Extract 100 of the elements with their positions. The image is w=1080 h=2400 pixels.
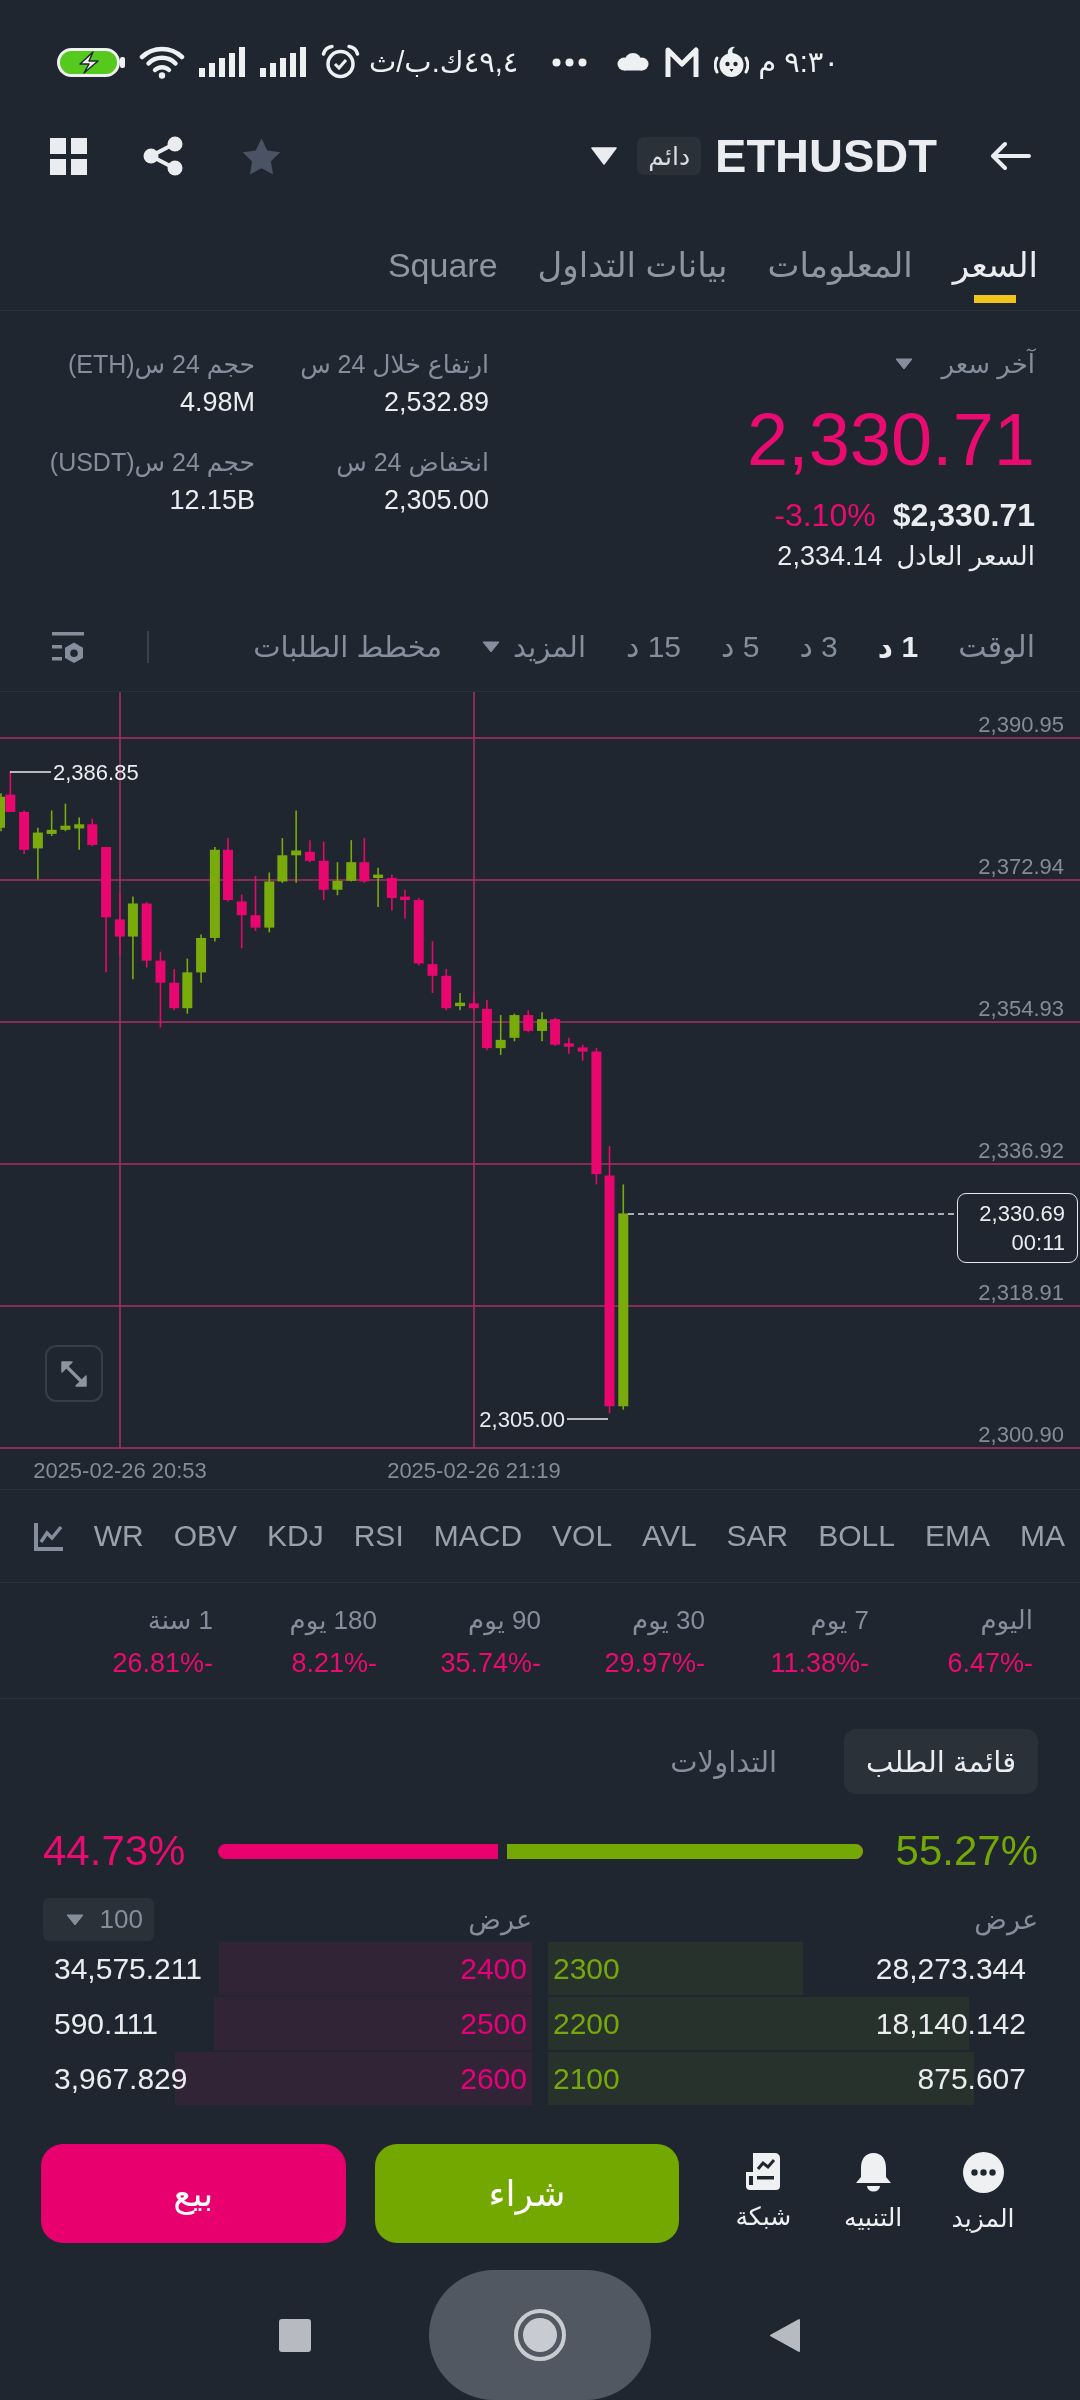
- candlestick: [509, 1012, 520, 1043]
- network-speed: ٤٩,٤ك.ب/ث: [369, 45, 519, 80]
- tab[interactable]: Square: [387, 192, 498, 310]
- indicator-option[interactable]: KDJ: [267, 1516, 324, 1556]
- sell-ratio: 44.73%: [43, 1826, 186, 1876]
- stat-value: 4.98M: [179, 386, 255, 419]
- price-axis-label: 2,354.93: [978, 996, 1064, 1021]
- toolbar-item[interactable]: شبكة: [718, 2144, 809, 2243]
- back-triangle-icon[interactable]: [769, 2317, 801, 2353]
- candlestick: [304, 839, 315, 863]
- ask-amount: 3,967.829: [54, 2060, 188, 2097]
- sell-button[interactable]: بيع: [41, 2144, 346, 2243]
- interval-option[interactable]: 3 د: [799, 627, 838, 667]
- candlestick: [495, 1014, 506, 1056]
- candlestick: [537, 1011, 547, 1043]
- indicator-option[interactable]: AVL: [642, 1516, 697, 1556]
- period-change: -11.38%: [770, 1647, 869, 1680]
- stat-value: 2,305.00: [383, 484, 489, 517]
- precision-dropdown[interactable]: 100: [43, 1898, 154, 1941]
- candlestick: [373, 866, 384, 908]
- candlestick: [182, 957, 193, 1015]
- interval-option[interactable]: 15 د: [625, 627, 681, 667]
- candlestick: [468, 992, 479, 1012]
- indicator-option[interactable]: EMA: [925, 1516, 990, 1556]
- candlestick: [427, 940, 438, 994]
- stat-value: 12.15B: [169, 484, 255, 517]
- price-axis-label: 2,318.91: [978, 1280, 1064, 1305]
- price-axis-label: 2,372.94: [978, 854, 1064, 879]
- indicator-option[interactable]: VOL: [552, 1516, 613, 1556]
- candlestick: [32, 826, 43, 881]
- interval-label: الوقت: [958, 629, 1035, 666]
- ask-price: 2400: [460, 1950, 527, 1987]
- alarm-clock-icon: [321, 44, 360, 80]
- column-header: عرض: [974, 1903, 1038, 1938]
- indicator-option[interactable]: MACD: [433, 1516, 523, 1556]
- depth-chart-tab[interactable]: مخطط الطلبات: [253, 627, 442, 667]
- bid-price: 2100: [553, 2060, 620, 2097]
- price-axis-label: 2,336.92: [978, 1138, 1064, 1163]
- candlestick: [60, 802, 71, 832]
- bell-icon: [853, 2152, 893, 2192]
- candlestick: [441, 968, 452, 1012]
- fair-price-value: 2,334.14: [777, 540, 883, 573]
- bid-amount: 875.607: [917, 2060, 1026, 2097]
- square-icon[interactable]: [279, 2318, 311, 2352]
- candlestick: [332, 861, 343, 897]
- caret-icon: [482, 641, 500, 653]
- period-change: -6.47%: [947, 1647, 1033, 1680]
- share-icon[interactable]: [143, 136, 183, 176]
- candlestick: [19, 809, 30, 855]
- candlestick: [346, 839, 357, 883]
- indicator-option[interactable]: WR: [93, 1516, 144, 1556]
- star-icon[interactable]: [241, 136, 282, 176]
- grid-icon[interactable]: [50, 137, 87, 175]
- last-price-value: 2,330.69: [979, 1200, 1065, 1228]
- leader-line: [9, 771, 52, 773]
- candlestick: [413, 897, 424, 967]
- candlestick: [222, 837, 233, 903]
- order-book-tab[interactable]: قائمة الطلب: [844, 1729, 1038, 1794]
- contract-badge: دائم: [637, 137, 702, 175]
- stat-label: حجم 24 س(USDT): [49, 447, 255, 479]
- period-change: -8.21%: [291, 1647, 377, 1680]
- stat-value: 2,532.89: [383, 386, 489, 419]
- indicator-option[interactable]: RSI: [353, 1516, 404, 1556]
- settings-icon[interactable]: [52, 631, 84, 663]
- toolbar-item[interactable]: المزيد: [938, 2144, 1028, 2243]
- battery-icon: [57, 47, 125, 77]
- bid-price: 2200: [553, 2005, 620, 2042]
- candlestick: [74, 816, 85, 851]
- indicator-option[interactable]: OBV: [173, 1516, 237, 1556]
- ask-amount: 590.111: [54, 2005, 158, 2042]
- candlestick: [264, 871, 275, 934]
- indicator-option[interactable]: SAR: [726, 1516, 789, 1556]
- candle-countdown: 00:11: [1011, 1229, 1065, 1257]
- indicator-option[interactable]: BOLL: [818, 1516, 895, 1556]
- interval-option[interactable]: 5 د: [721, 627, 760, 667]
- tab[interactable]: السعر: [952, 192, 1038, 310]
- candlestick: [46, 809, 57, 837]
- toolbar-item[interactable]: التنبيه: [828, 2144, 919, 2243]
- tab[interactable]: المعلومات: [767, 192, 913, 310]
- back-arrow-icon[interactable]: [989, 141, 1031, 171]
- candlestick: [196, 933, 207, 984]
- line-chart-icon[interactable]: [33, 1521, 64, 1551]
- expand-icon: [60, 1359, 88, 1388]
- candlestick: [114, 892, 125, 956]
- candlestick: [169, 968, 180, 1012]
- circle-icon: [514, 2309, 566, 2361]
- candlestick: [250, 875, 261, 932]
- order-book-tab[interactable]: التداولات: [648, 1729, 800, 1794]
- more-intervals-dropdown[interactable]: المزيد: [482, 627, 586, 667]
- high-price-label: 2,386.85: [53, 760, 139, 785]
- indicator-option[interactable]: MA: [1020, 1516, 1065, 1556]
- time-axis-label: 2025-02-26 20:53: [33, 1458, 207, 1483]
- ask-price: 2600: [460, 2060, 527, 2097]
- interval-option[interactable]: 1 د: [877, 627, 919, 667]
- cloud-icon: [616, 53, 651, 71]
- cartoon-head-icon: [714, 44, 750, 80]
- fullscreen-button[interactable]: [45, 1345, 103, 1402]
- clock-time: ٩:٣٠ م: [758, 45, 839, 80]
- symbol-title[interactable]: ETHUSDT: [715, 128, 937, 184]
- tab[interactable]: بيانات التداول: [537, 192, 728, 310]
